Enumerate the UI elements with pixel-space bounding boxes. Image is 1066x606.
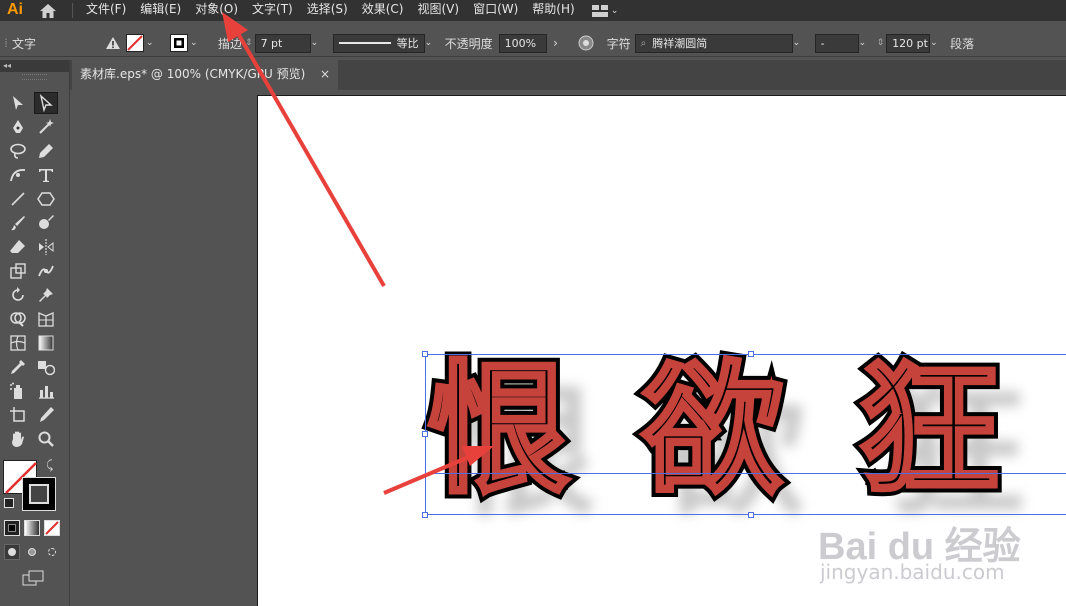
watermark-url: jingyan.baidu.com xyxy=(820,560,1005,584)
arrow-to-artwork xyxy=(383,446,494,495)
arrow-to-object-menu xyxy=(222,12,386,288)
